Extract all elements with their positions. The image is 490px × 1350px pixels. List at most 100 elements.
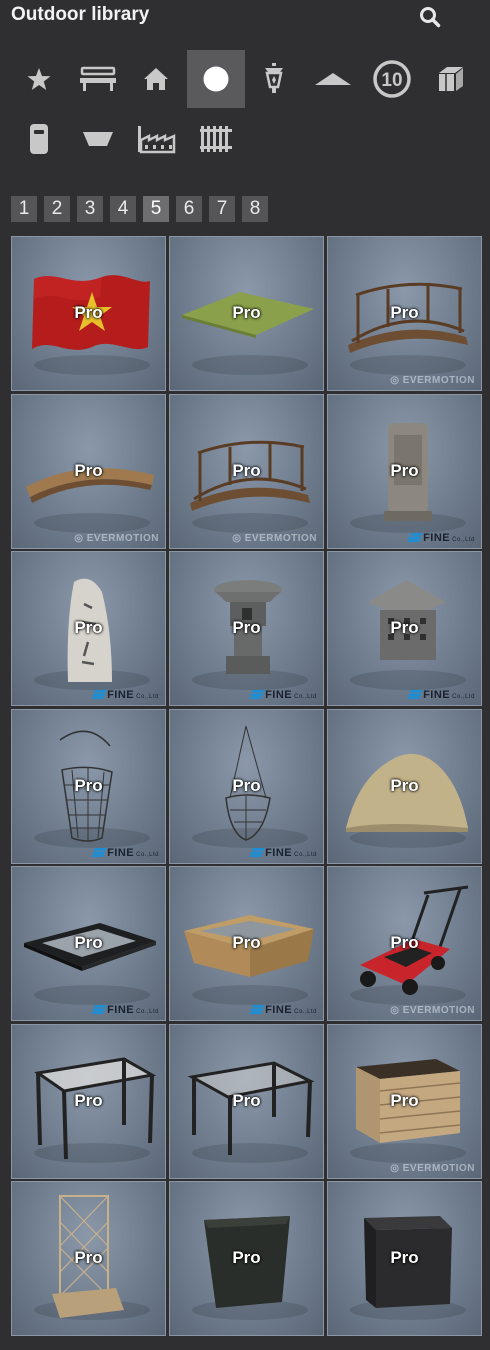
asset-tile-railed-bridge[interactable]: Pro ◎ EVERMOTION (169, 393, 324, 549)
asset-tile-stone-lantern[interactable]: Pro FINE Co.,Ltd (169, 551, 324, 706)
panel-title: Outdoor library (11, 4, 150, 25)
watermark: ◎ EVERMOTION (390, 375, 475, 386)
pro-badge: Pro (232, 460, 261, 480)
page-button-3[interactable]: 3 (77, 196, 103, 222)
category-favorites[interactable] (10, 50, 68, 108)
fine-logo-icon (407, 690, 423, 699)
fine-logo-icon (91, 1005, 107, 1014)
pro-badge: Pro (232, 303, 261, 322)
page-button-7[interactable]: 7 (209, 196, 235, 222)
search-icon[interactable] (418, 5, 442, 29)
asset-tile-stone-tablet[interactable]: Pro FINE Co.,Ltd (327, 393, 482, 549)
house-icon (144, 68, 168, 90)
asset-tile-sand-pile[interactable]: Pro (327, 708, 482, 864)
star-icon (27, 68, 51, 90)
bench-icon (80, 66, 116, 91)
watermark-text: EVERMOTION (244, 532, 317, 544)
pro-badge: Pro (74, 1090, 103, 1110)
fine-logo-icon (249, 847, 265, 857)
watermark-subtext: Co.,Ltd (136, 1009, 159, 1015)
fine-logo-icon (249, 690, 265, 699)
category-sign[interactable]: 10 (363, 50, 421, 108)
category-planter[interactable] (69, 110, 127, 168)
asset-tile-wooden-planter[interactable]: Pro ◎ EVERMOTION (327, 1023, 482, 1179)
watermark-subtext: Co.,Ltd (452, 536, 475, 543)
asset-tile-wire-basket[interactable]: Pro FINE Co.,Ltd (11, 708, 166, 864)
watermark: ◎ EVERMOTION (390, 1163, 475, 1174)
pro-badge: Pro (390, 618, 419, 637)
watermark: FINE Co.,Ltd (249, 1004, 317, 1016)
page-button-6[interactable]: 6 (176, 196, 202, 222)
pro-badge: Pro (232, 1248, 261, 1267)
pro-badge: Pro (74, 460, 103, 480)
asset-tile-trellis-planter[interactable]: Pro (11, 1181, 166, 1336)
watermark: FINE Co.,Ltd (249, 689, 317, 701)
page-button-5[interactable]: 5 (143, 196, 169, 222)
asset-tile-lawn-mower[interactable]: Pro ◎ EVERMOTION (327, 866, 482, 1021)
watermark-text: FINE (423, 531, 451, 544)
fine-logo-icon (91, 847, 107, 857)
watermark: FINE Co.,Ltd (407, 531, 475, 544)
asset-tile-black-tray[interactable]: Pro FINE Co.,Ltd (11, 866, 166, 1021)
factory-icon (138, 126, 176, 154)
watermark: FINE Co.,Ltd (249, 846, 317, 859)
asset-tile-inscribed-stone[interactable]: Pro FINE Co.,Ltd (11, 551, 166, 706)
category-box[interactable] (422, 50, 480, 108)
watermark-text: EVERMOTION (402, 1005, 475, 1016)
asset-tile-square-pot[interactable]: Pro (327, 1181, 482, 1336)
canopy-icon (315, 73, 351, 85)
watermark-text: FINE (423, 689, 451, 701)
watermark-text: EVERMOTION (86, 532, 159, 544)
category-circle[interactable] (187, 50, 245, 108)
category-canopy[interactable] (304, 50, 362, 108)
asset-tile-wooden-tray[interactable]: Pro FINE Co.,Ltd (169, 866, 324, 1021)
watermark-text: FINE (265, 846, 293, 859)
watermark-subtext: Co.,Ltd (136, 851, 159, 858)
pro-badge: Pro (232, 618, 261, 637)
speed-sign-icon: 10 (373, 60, 411, 98)
watermark-subtext: Co.,Ltd (294, 851, 317, 858)
category-lamp[interactable] (245, 50, 303, 108)
box-icon (439, 67, 463, 91)
watermark-text: EVERMOTION (402, 1162, 475, 1174)
watermark: FINE Co.,Ltd (91, 689, 159, 701)
category-bench[interactable] (69, 50, 127, 108)
watermark-text: FINE (107, 846, 135, 859)
asset-tile-pergola[interactable]: Pro (169, 1023, 324, 1179)
pro-badge: Pro (74, 775, 103, 795)
asset-tile-arched-bridge[interactable]: Pro ◎ EVERMOTION (11, 393, 166, 549)
category-house[interactable] (127, 50, 185, 108)
asset-tile-hanging-basket[interactable]: Pro FINE Co.,Ltd (169, 708, 324, 864)
watermark: ◎ EVERMOTION (390, 1005, 475, 1016)
watermark: FINE Co.,Ltd (407, 689, 475, 701)
evermotion-logo-icon: ◎ (74, 532, 87, 544)
page-button-4[interactable]: 4 (110, 196, 136, 222)
pro-badge: Pro (74, 303, 103, 322)
svg-text:10: 10 (381, 70, 402, 91)
asset-tile-pergola-canvas[interactable]: Pro (11, 1023, 166, 1179)
category-fence[interactable] (187, 110, 245, 168)
pro-badge: Pro (390, 303, 419, 322)
asset-tile-railed-bridge[interactable]: Pro ◎ EVERMOTION (327, 236, 482, 391)
watermark-text: FINE (107, 1004, 135, 1016)
page-button-2[interactable]: 2 (44, 196, 70, 222)
asset-tile-tapered-pot[interactable]: Pro (169, 1181, 324, 1336)
watermark-text: EVERMOTION (402, 375, 475, 386)
asset-tile-grass-mat[interactable]: Pro (169, 236, 324, 391)
pro-badge: Pro (390, 933, 419, 952)
page-button-8[interactable]: 8 (242, 196, 268, 222)
lantern-icon (265, 63, 283, 93)
pro-badge: Pro (390, 775, 419, 795)
page-button-1[interactable]: 1 (11, 196, 37, 222)
category-bar-row-2 (10, 110, 480, 168)
fine-logo-icon (407, 532, 423, 542)
category-bin[interactable] (10, 110, 68, 168)
asset-grid: Pro Pro Pro ◎ EVERMOTION Pro ◎ EVERMOTION Pro ◎… (11, 236, 482, 1338)
asset-tile-stone-lantern-box[interactable]: Pro FINE Co.,Ltd (327, 551, 482, 706)
category-factory[interactable] (127, 110, 185, 168)
evermotion-logo-icon: ◎ (390, 1162, 403, 1174)
fine-logo-icon (249, 1005, 265, 1014)
evermotion-logo-icon: ◎ (390, 1005, 403, 1016)
watermark-subtext: Co.,Ltd (136, 694, 159, 700)
asset-tile-flag[interactable]: Pro (11, 236, 166, 391)
